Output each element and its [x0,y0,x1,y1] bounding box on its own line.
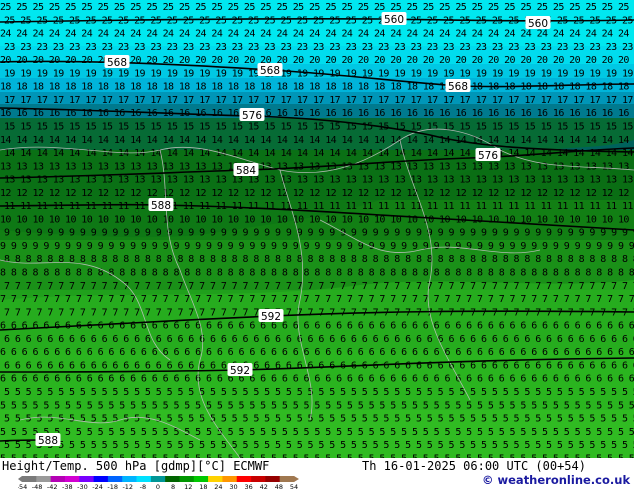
scale-swatch [50,476,66,482]
scale-tick-label: 36 [245,483,253,490]
grid-value-row: 20 20 20 20 20 20 20 20 20 20 20 20 20 2… [0,55,634,66]
scale-arrow [18,476,22,482]
scale-arrow [294,476,299,482]
weather-map: 25 25 25 25 25 25 25 25 25 25 25 25 25 2… [0,0,634,458]
scale-tick-label: 8 [171,483,175,490]
map-title: Height/Temp. 500 hPa [gdmp][°C] ECMWF [2,459,270,473]
grid-value-row: 25 25 25 25 25 25 25 25 25 25 25 25 25 2… [0,2,634,13]
grid-value-row: 11 11 11 11 11 11 11 11 11 11 11 11 11 1… [4,201,634,212]
grid-value-row: 7 7 7 7 7 7 7 7 7 7 7 7 7 7 7 7 7 7 7 7 … [4,281,634,292]
grid-value-row: 24 24 24 24 24 24 24 24 24 24 24 24 24 2… [0,29,634,40]
grid-value-row: 5 5 5 5 5 5 5 5 5 5 5 5 5 5 5 5 5 5 5 5 … [4,387,634,398]
isoline-label: 588 [35,433,61,447]
grid-value-row: 5 5 5 5 5 5 5 5 5 5 5 5 5 5 5 5 5 5 5 5 … [0,427,634,438]
scale-tick-label: 0 [156,483,160,490]
svg-text:560: 560 [528,18,548,30]
isoline-label: 568 [257,63,283,77]
scale-swatch [22,476,37,482]
grid-value-row: 5 5 5 5 5 5 5 5 5 5 5 5 5 5 5 5 5 5 5 5 … [4,440,634,451]
grid-value-row: 6 6 6 6 6 6 6 6 6 6 6 6 6 6 6 6 6 6 6 6 … [0,374,634,385]
scale-swatch [222,476,238,482]
scale-swatch [107,476,123,482]
isoline-label: 560 [525,16,551,30]
svg-text:576: 576 [242,110,262,122]
scale-tick-label: 48 [275,483,283,490]
isoline-label: 592 [227,363,253,377]
color-scale-legend: -54 -48 -42 -38 -30 -24 -18 -12 -8 0 8 12 18 24 30 36 42… [18,476,299,490]
grid-value-row: 8 8 8 8 8 8 8 8 8 8 8 8 8 8 8 8 8 8 8 8 … [0,268,634,279]
grid-value-row: 6 6 6 6 6 6 6 6 6 6 6 6 6 6 6 6 6 6 6 6 … [4,360,634,371]
weather-map-page: 25 25 25 25 25 25 25 25 25 25 25 25 25 2… [0,0,634,490]
scale-swatch [279,476,295,482]
isoline-label: 584 [233,163,259,177]
scale-swatch [165,476,180,482]
scale-swatch [208,476,223,482]
scale-tick-label: 42 [260,483,268,490]
isoline-label: 576 [475,148,501,162]
grid-value-row: 13 13 13 13 13 13 13 13 13 13 13 13 13 1… [4,175,634,186]
grid-value-row: 18 18 18 18 18 18 18 18 18 18 18 18 18 1… [0,82,634,93]
scale-tick-label: 12 [184,483,192,490]
svg-text:592: 592 [230,365,250,377]
grid-value-row: 6 6 6 6 6 6 6 6 6 6 6 6 6 6 6 6 6 6 6 6 … [4,334,634,345]
scale-tick-label: -18 [107,483,118,490]
isoline-label: 588 [148,198,174,212]
scale-swatch [265,476,280,482]
scale-tick-label: 54 [290,483,298,490]
scale-tick-label: -12 [122,483,133,490]
grid-value-row: 9 9 9 9 9 9 9 9 9 9 9 9 9 9 9 9 9 9 9 9 … [4,228,634,239]
grid-value-row: 7 7 7 7 7 7 7 7 7 7 7 7 7 7 7 7 7 7 7 7 … [4,307,634,318]
scale-swatch [236,476,252,482]
svg-text:568: 568 [107,57,127,69]
isoline-label: 592 [258,309,284,323]
grid-value-row: 23 23 23 23 23 23 23 23 23 23 23 23 23 2… [4,42,634,53]
scale-tick-label: -48 [32,483,43,490]
scale-tick-label: 30 [229,483,237,490]
scale-tick-label: -54 [18,483,27,490]
svg-text:588: 588 [151,200,171,212]
isoline-label: 568 [104,55,130,69]
scale-swatch [79,476,94,482]
svg-text:568: 568 [260,65,280,77]
grid-value-row: 6 6 6 6 6 6 6 6 6 6 6 6 6 6 6 6 6 6 6 6 … [0,321,634,332]
scale-tick-label: -24 [92,483,103,490]
grid-value-row: 8 8 8 8 8 8 8 8 8 8 8 8 8 8 8 8 8 8 8 8 … [4,254,634,265]
grid-value-row: 14 14 14 14 14 14 14 14 14 14 14 14 14 1… [0,135,634,146]
map-footer: Height/Temp. 500 hPa [gdmp][°C] ECMWF Th… [0,458,634,490]
scale-tick-label: -8 [140,483,146,490]
scale-tick-label: -42 [47,483,58,490]
scale-swatch [251,476,266,482]
grid-value-row: 7 7 7 7 7 7 7 7 7 7 7 7 7 7 7 7 7 7 7 7 … [0,294,634,305]
svg-text:592: 592 [261,311,281,323]
scale-swatch [150,476,166,482]
valid-time: Th 16-01-2025 06:00 UTC (00+54) [362,459,586,473]
grid-value-row: 5 5 5 5 5 5 5 5 5 5 5 5 5 5 5 5 5 5 5 5 … [0,400,634,411]
grid-value-row: 12 12 12 12 12 12 12 12 12 12 12 12 12 1… [0,188,634,199]
scale-tick-label: 18 [199,483,207,490]
scale-swatch [179,476,195,482]
scale-swatch [36,476,51,482]
isoline-label: 576 [239,108,265,122]
scale-swatch [136,476,152,482]
grid-value-row: 17 17 17 17 17 17 17 17 17 17 17 17 17 1… [4,95,634,106]
svg-text:576: 576 [478,150,498,162]
scale-swatch [122,476,137,482]
scale-tick-label: 24 [214,483,222,490]
svg-text:584: 584 [236,165,256,177]
scale-swatch [193,476,209,482]
scale-tick-label: -38 [62,483,73,490]
svg-text:560: 560 [384,14,404,26]
isoline-label: 560 [381,12,407,26]
grid-value-row: 6 6 6 6 6 6 6 6 6 6 6 6 6 6 6 6 6 6 6 6 … [0,347,634,358]
svg-text:568: 568 [448,81,468,93]
grid-value-row: 15 15 15 15 15 15 15 15 15 15 15 15 15 1… [4,121,634,132]
svg-text:588: 588 [38,435,58,447]
grid-values: 25 25 25 25 25 25 25 25 25 25 25 25 25 2… [0,2,634,458]
scale-swatch [93,476,109,482]
scale-tick-label: -30 [77,483,88,490]
site-credit[interactable]: © weatheronline.co.uk [482,473,630,487]
isoline-label: 568 [445,79,471,93]
scale-swatch [64,476,80,482]
